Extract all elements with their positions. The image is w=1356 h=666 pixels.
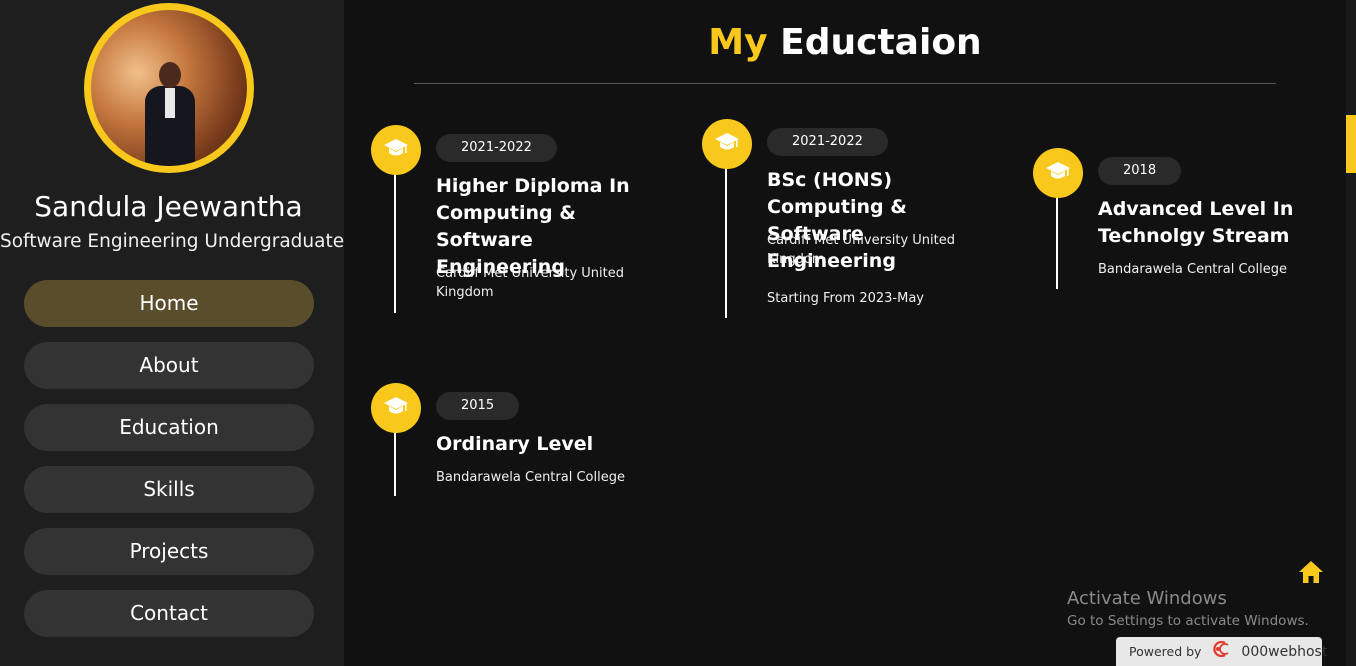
timeline-line — [725, 159, 727, 318]
timeline-line — [1056, 188, 1058, 289]
education-year: 2021-2022 — [436, 134, 557, 162]
avatar-person-head — [159, 62, 181, 88]
graduation-cap-icon — [371, 383, 421, 433]
section-title-main: Eductaion — [780, 22, 982, 63]
home-icon[interactable] — [1297, 559, 1325, 589]
avatar-person-shirt — [165, 88, 175, 118]
education-title: Advanced Level In Technolgy Stream — [1098, 198, 1294, 247]
hosting-brand: 000webhost — [1241, 644, 1328, 660]
scrollbar-thumb[interactable] — [1346, 115, 1356, 173]
education-title: Ordinary Level — [436, 433, 594, 455]
section-title: My Eductaion — [414, 22, 1276, 63]
education-institution: Cardiff Met University United Kingdom — [436, 266, 624, 300]
avatar — [91, 10, 247, 166]
graduation-cap-icon — [371, 125, 421, 175]
nav-projects-button[interactable]: Projects — [24, 528, 314, 575]
timeline-line — [394, 423, 396, 496]
hosting-label: Powered by — [1129, 644, 1202, 659]
education-institution: Cardiff Met University United Kingdom — [767, 233, 955, 267]
sidebar: Sandula Jeewantha Software Engineering U… — [0, 0, 344, 666]
section-title-accent: My — [708, 22, 768, 63]
profile-name: Sandula Jeewantha — [34, 190, 303, 223]
title-divider — [414, 83, 1276, 84]
education-institution: Bandarawela Central College — [436, 470, 625, 485]
timeline-line — [394, 165, 396, 313]
nav-about-button[interactable]: About — [24, 342, 314, 389]
education-institution: Bandarawela Central College — [1098, 262, 1287, 277]
education-year: 2018 — [1098, 157, 1182, 185]
education-note: Starting From 2023-May — [767, 291, 924, 306]
nav-education-button[interactable]: Education — [24, 404, 314, 451]
webhost-logo-icon — [1211, 638, 1233, 666]
avatar-ring — [84, 3, 254, 173]
graduation-cap-icon — [1033, 148, 1083, 198]
activate-windows-title: Activate Windows — [1067, 588, 1227, 609]
nav-skills-button[interactable]: Skills — [24, 466, 314, 513]
scrollbar[interactable] — [1346, 0, 1356, 666]
profile-role: Software Engineering Undergraduate — [0, 231, 345, 252]
activate-windows-subtitle: Go to Settings to activate Windows. — [1067, 613, 1309, 629]
hosting-badge[interactable]: Powered by 000webhost — [1116, 637, 1327, 666]
education-year: 2015 — [436, 392, 520, 420]
nav-contact-button[interactable]: Contact — [24, 590, 314, 637]
education-year: 2021-2022 — [767, 128, 888, 156]
graduation-cap-icon — [702, 119, 752, 169]
nav-home-button[interactable]: Home — [24, 280, 314, 327]
